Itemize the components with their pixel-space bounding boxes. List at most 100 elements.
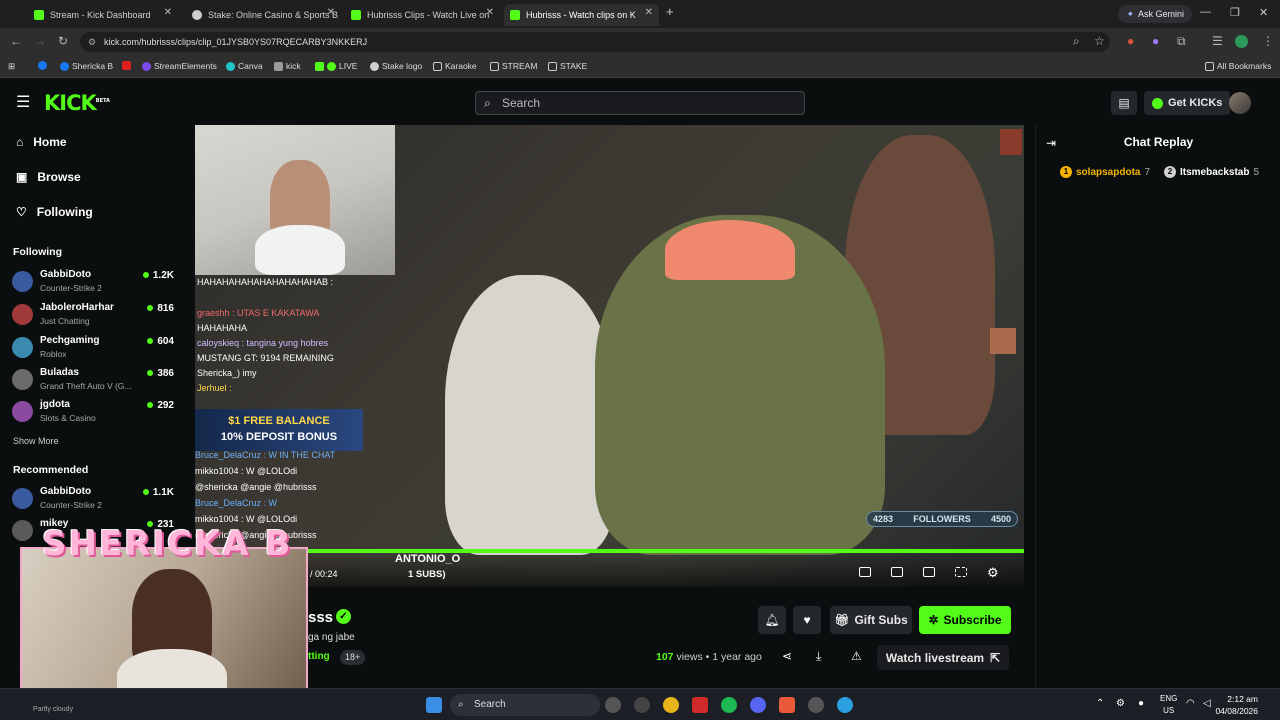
language-indicator[interactable]: ENG US <box>1160 693 1177 717</box>
tab-hubrisss-active[interactable]: Hubrisss - Watch clips on K ✕ <box>504 4 659 26</box>
app-icon[interactable] <box>808 697 824 713</box>
sidebar-channel[interactable]: GabbiDoto Counter-Strike 2 1.2K <box>12 269 178 297</box>
sidebar-channel[interactable]: GabbiDoto Counter-Strike 2 1.1K <box>12 486 178 514</box>
url-field[interactable]: ⚙ kick.com/hubrisss/clips/clip_01JYSB0YS… <box>80 32 1110 52</box>
kick-logo[interactable]: KICKBETA <box>44 91 110 115</box>
tab-hubrisss-clips[interactable]: Hubrisss Clips - Watch Live on ✕ <box>345 4 500 26</box>
chrome-icon[interactable] <box>663 697 679 713</box>
wifi-icon[interactable]: ◠ <box>1186 698 1195 709</box>
tray-chevron-icon[interactable]: ⌃ <box>1096 698 1104 709</box>
sidebar-channel[interactable]: jgdota Slots & Casino 292 <box>12 399 178 427</box>
nav-following[interactable]: ♡ Following <box>16 205 93 219</box>
volume-icon[interactable]: ◁ <box>1203 698 1211 709</box>
close-tab-icon[interactable]: ✕ <box>645 7 653 18</box>
avatar <box>12 369 33 390</box>
pip-icon[interactable] <box>859 567 871 577</box>
subscribe-button[interactable]: ✲ Subscribe <box>919 606 1011 634</box>
close-tab-icon[interactable]: ✕ <box>327 7 335 18</box>
bookmark-streamelements[interactable]: StreamElements <box>142 61 217 71</box>
adobe-icon[interactable] <box>692 697 708 713</box>
app-icon[interactable] <box>634 697 650 713</box>
sidebar-channel[interactable]: Buladas Grand Theft Auto V (G... 386 <box>12 367 178 395</box>
spotify-icon[interactable] <box>721 697 737 713</box>
live-dot-icon <box>147 402 154 408</box>
watch-livestream-label: Watch livestream <box>885 650 985 665</box>
bookmark-karaoke[interactable]: Karaoke <box>433 61 477 71</box>
sidebar-channel[interactable]: JaboleroHarhar Just Chatting 816 <box>12 302 178 330</box>
bookmark-shericka[interactable]: Shericka B <box>60 61 113 71</box>
close-tab-icon[interactable]: ✕ <box>164 7 172 18</box>
tab-kick-dashboard[interactable]: Stream - Kick Dashboard ✕ <box>28 4 178 26</box>
download-icon[interactable]: ⤓ <box>816 649 821 664</box>
gifter-leaderboard-item[interactable]: 2 Itsmebackstab 5 <box>1164 166 1259 178</box>
video-player[interactable]: HAHAHAHAHAHAHAHAHAHAB : graeshh : UTAS E… <box>195 125 1024 587</box>
library-icon[interactable]: ▤ <box>1111 91 1137 115</box>
bookmark-stake[interactable]: STAKE <box>548 61 587 71</box>
gifter-leaderboard-item[interactable]: 1 solapsapdota 7 <box>1060 166 1150 178</box>
taskbar-search[interactable]: ⌕ Search <box>450 694 600 716</box>
user-avatar[interactable] <box>1229 92 1251 114</box>
windows-start-icon[interactable] <box>426 697 442 713</box>
zoom-icon[interactable]: ⌕ <box>1073 34 1080 49</box>
notification-bell-icon[interactable]: 🔔︎ <box>758 606 786 634</box>
share-icon[interactable]: ⋖ <box>782 649 792 663</box>
bookmark-label: kick <box>286 61 301 71</box>
reload-icon[interactable]: ↻ <box>58 34 68 48</box>
ask-gemini-button[interactable]: ✦ Ask Gemini <box>1118 5 1192 23</box>
microphone-icon[interactable]: ● <box>1138 698 1144 709</box>
facebook-bookmark-icon[interactable] <box>38 61 47 70</box>
nav-browse[interactable]: ▣ Browse <box>16 170 81 184</box>
close-window-icon[interactable]: ✕ <box>1259 6 1268 19</box>
minimize-icon[interactable]: — <box>1200 6 1211 18</box>
bookmark-kick[interactable]: kick <box>274 61 301 71</box>
forward-icon[interactable]: → <box>34 34 46 48</box>
apps-grid-icon[interactable]: ⊞ <box>8 61 15 72</box>
taskview-icon[interactable] <box>605 697 621 713</box>
bookmark-star-icon[interactable]: ☆ <box>1094 34 1105 48</box>
all-bookmarks[interactable]: All Bookmarks <box>1205 61 1271 71</box>
streamer-name[interactable]: sss <box>308 609 333 626</box>
hamburger-menu-icon[interactable]: ☰ <box>16 92 30 112</box>
system-clock[interactable]: 2:12 am 04/08/2026 <box>1215 693 1258 717</box>
back-icon[interactable]: ← <box>10 34 22 48</box>
sidebar-channel[interactable]: Pechgaming Roblox 604 <box>12 335 178 363</box>
stream-category[interactable]: tting <box>308 651 330 662</box>
nav-home[interactable]: ⌂ Home <box>16 135 67 149</box>
overlay-chat-line: @shericka @angie @hubrisss <box>195 482 317 492</box>
close-tab-icon[interactable]: ✕ <box>486 7 494 18</box>
external-link-icon: ⇱ <box>990 650 1001 665</box>
new-tab-icon[interactable]: + <box>666 4 674 19</box>
tab-stake[interactable]: Stake: Online Casino & Sports B ✕ <box>186 4 341 26</box>
bookmark-stake-logo[interactable]: Stake logo <box>370 61 422 71</box>
site-info-icon[interactable]: ⚙ <box>88 32 96 52</box>
bookmark-stream[interactable]: STREAM <box>490 61 537 71</box>
extension-icon[interactable]: ● <box>1127 34 1134 48</box>
show-more-link[interactable]: Show More <box>13 436 59 446</box>
restore-icon[interactable]: ❐ <box>1230 6 1240 19</box>
extensions-puzzle-icon[interactable]: ⧉ <box>1177 34 1186 49</box>
app-icon[interactable] <box>779 697 795 713</box>
tray-app-icon[interactable]: ⚙ <box>1116 698 1125 709</box>
telegram-icon[interactable] <box>837 697 853 713</box>
profile-avatar[interactable] <box>1235 35 1248 48</box>
follow-heart-icon[interactable]: ♥ <box>793 606 821 634</box>
browse-icon: ▣ <box>16 170 28 184</box>
gift-subs-button[interactable]: 🎁︎ Gift Subs <box>830 606 912 634</box>
captions-icon[interactable] <box>891 567 903 577</box>
menu-dots-icon[interactable]: ⋮ <box>1262 34 1274 48</box>
weather-widget[interactable]: Partly cloudy <box>33 706 73 713</box>
discord-icon[interactable] <box>750 697 766 713</box>
bookmark-canva[interactable]: Canva <box>226 61 263 71</box>
youtube-bookmark-icon[interactable] <box>122 61 131 70</box>
bookmark-live[interactable]: LIVE <box>315 61 357 71</box>
settings-gear-icon[interactable]: ⚙ <box>987 565 999 581</box>
fullscreen-icon[interactable] <box>955 567 967 577</box>
search-input[interactable]: ⌕ Search <box>475 91 805 115</box>
report-icon[interactable]: ⚠ <box>851 649 862 663</box>
tab-search-icon[interactable]: ☰ <box>1212 34 1223 48</box>
theater-mode-icon[interactable] <box>923 567 935 577</box>
watch-livestream-button[interactable]: Watch livestream ⇱ <box>877 645 1009 670</box>
get-kicks-button[interactable]: Get KICKs <box>1144 91 1231 115</box>
avatar <box>12 488 33 509</box>
extension-icon[interactable]: ● <box>1152 34 1159 48</box>
